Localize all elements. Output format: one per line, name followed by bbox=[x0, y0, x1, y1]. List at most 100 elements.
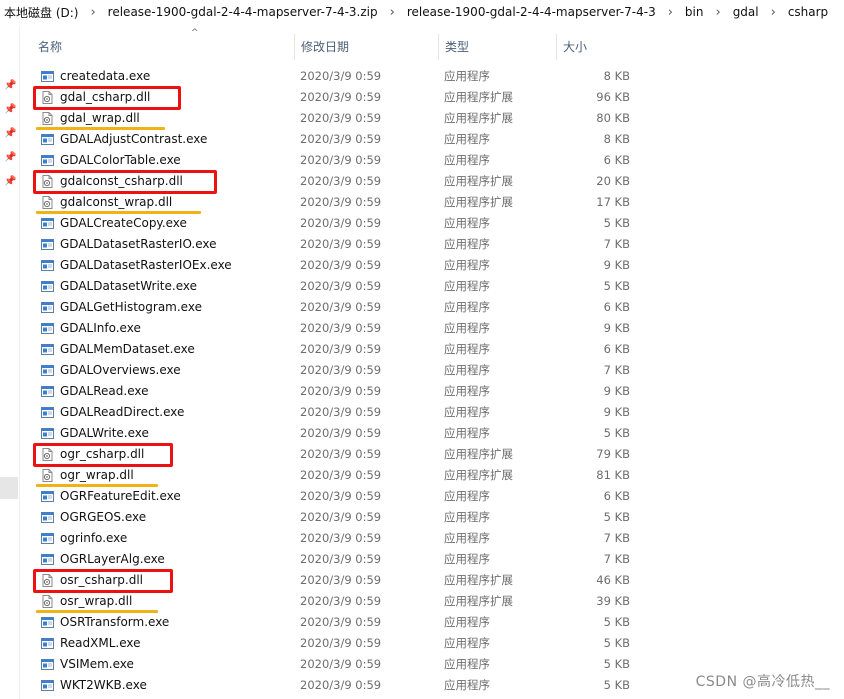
file-row[interactable]: ReadXML.exe 2020/3/9 0:59 应用程序 5 KB bbox=[32, 633, 642, 654]
file-row[interactable]: ogr_wrap.dll 2020/3/9 0:59 应用程序扩展 81 KB bbox=[32, 465, 642, 486]
chevron-right-icon[interactable]: › bbox=[763, 5, 784, 20]
file-row[interactable]: gdalconst_csharp.dll 2020/3/9 0:59 应用程序扩展 2… bbox=[32, 171, 642, 192]
file-row[interactable]: WKT2WKB.exe 2020/3/9 0:59 应用程序 5 KB bbox=[32, 675, 642, 696]
file-row[interactable]: OGRFeatureEdit.exe 2020/3/9 0:59 应用程序 6 KB bbox=[32, 486, 642, 507]
file-type: 应用程序 bbox=[444, 300, 490, 314]
file-name: GDALCreateCopy.exe bbox=[60, 216, 187, 230]
column-header-date[interactable]: 修改日期 bbox=[294, 34, 438, 60]
file-date: 2020/3/9 0:59 bbox=[300, 384, 382, 398]
file-row[interactable]: GDALGetHistogram.exe 2020/3/9 0:59 应用程序 6 K… bbox=[32, 297, 642, 318]
file-row[interactable]: OSRTransform.exe 2020/3/9 0:59 应用程序 5 KB bbox=[32, 612, 642, 633]
file-name: GDALAdjustContrast.exe bbox=[60, 132, 208, 146]
file-row[interactable]: GDALReadDirect.exe 2020/3/9 0:59 应用程序 9 KB bbox=[32, 402, 642, 423]
file-date: 2020/3/9 0:59 bbox=[300, 594, 382, 608]
file-date: 2020/3/9 0:59 bbox=[300, 111, 382, 125]
file-row[interactable]: GDALAdjustContrast.exe 2020/3/9 0:59 应用程序 8… bbox=[32, 129, 642, 150]
file-type: 应用程序 bbox=[444, 657, 490, 671]
file-row[interactable]: osr_wrap.dll 2020/3/9 0:59 应用程序扩展 39 KB bbox=[32, 591, 642, 612]
dll-icon bbox=[40, 594, 55, 609]
file-type: 应用程序 bbox=[444, 384, 490, 398]
file-row[interactable]: OGRLayerAlg.exe 2020/3/9 0:59 应用程序 7 KB bbox=[32, 549, 642, 570]
file-name: GDALColorTable.exe bbox=[60, 153, 181, 167]
file-row[interactable]: GDALColorTable.exe 2020/3/9 0:59 应用程序 6 KB bbox=[32, 150, 642, 171]
file-row[interactable]: ogr_csharp.dll 2020/3/9 0:59 应用程序扩展 79 KB bbox=[32, 444, 642, 465]
watermark: CSDN @高冷低热__ bbox=[695, 674, 830, 690]
file-type: 应用程序 bbox=[444, 237, 490, 251]
file-date: 2020/3/9 0:59 bbox=[300, 489, 382, 503]
chevron-right-icon[interactable]: › bbox=[660, 5, 681, 20]
file-type: 应用程序 bbox=[444, 552, 490, 566]
file-date: 2020/3/9 0:59 bbox=[300, 510, 382, 524]
navigation-pane: 📌 📌 📌 📌 📌 bbox=[0, 26, 20, 699]
file-row[interactable]: gdal_csharp.dll 2020/3/9 0:59 应用程序扩展 96 KB bbox=[32, 87, 642, 108]
file-row[interactable]: gdalconst_wrap.dll 2020/3/9 0:59 应用程序扩展 17 … bbox=[32, 192, 642, 213]
file-row[interactable]: GDALDatasetWrite.exe 2020/3/9 0:59 应用程序 5 K… bbox=[32, 276, 642, 297]
file-name: OGRLayerAlg.exe bbox=[60, 552, 165, 566]
chevron-right-icon[interactable]: › bbox=[382, 5, 403, 20]
exe-icon bbox=[40, 384, 55, 399]
file-name: osr_csharp.dll bbox=[60, 573, 143, 587]
file-size: 6 KB bbox=[603, 342, 630, 356]
breadcrumb-item[interactable]: csharp bbox=[784, 5, 832, 19]
pin-icon[interactable]: 📌 bbox=[4, 104, 16, 115]
file-row[interactable]: osr_csharp.dll 2020/3/9 0:59 应用程序扩展 46 KB bbox=[32, 570, 642, 591]
file-size: 7 KB bbox=[603, 552, 630, 566]
column-header-size[interactable]: 大小 bbox=[556, 34, 638, 60]
file-name: ogr_csharp.dll bbox=[60, 447, 145, 461]
file-type: 应用程序 bbox=[444, 615, 490, 629]
file-date: 2020/3/9 0:59 bbox=[300, 258, 382, 272]
file-row[interactable]: GDALDatasetRasterIOEx.exe 2020/3/9 0:59 应用… bbox=[32, 255, 642, 276]
file-size: 6 KB bbox=[603, 300, 630, 314]
file-type: 应用程序 bbox=[444, 153, 490, 167]
file-row[interactable]: createdata.exe 2020/3/9 0:59 应用程序 8 KB bbox=[32, 66, 642, 87]
file-date: 2020/3/9 0:59 bbox=[300, 552, 382, 566]
file-row[interactable]: GDALDatasetRasterIO.exe 2020/3/9 0:59 应用程序… bbox=[32, 234, 642, 255]
file-row[interactable]: GDALMemDataset.exe 2020/3/9 0:59 应用程序 6 KB bbox=[32, 339, 642, 360]
nav-scroll-thumb[interactable] bbox=[0, 477, 18, 499]
file-row[interactable]: GDALWrite.exe 2020/3/9 0:59 应用程序 5 KB bbox=[32, 423, 642, 444]
file-row[interactable]: gdal_wrap.dll 2020/3/9 0:59 应用程序扩展 80 KB bbox=[32, 108, 642, 129]
exe-icon bbox=[40, 279, 55, 294]
file-date: 2020/3/9 0:59 bbox=[300, 174, 382, 188]
file-row[interactable]: GDALCreateCopy.exe 2020/3/9 0:59 应用程序 5 KB bbox=[32, 213, 642, 234]
file-row[interactable]: GDALRead.exe 2020/3/9 0:59 应用程序 9 KB bbox=[32, 381, 642, 402]
breadcrumb-item[interactable]: gdal bbox=[729, 5, 763, 19]
file-name: OGRFeatureEdit.exe bbox=[60, 489, 181, 503]
file-row[interactable]: GDALInfo.exe 2020/3/9 0:59 应用程序 9 KB bbox=[32, 318, 642, 339]
file-row[interactable]: VSIMem.exe 2020/3/9 0:59 应用程序 5 KB bbox=[32, 654, 642, 675]
file-row[interactable]: GDALOverviews.exe 2020/3/9 0:59 应用程序 7 KB bbox=[32, 360, 642, 381]
file-type: 应用程序 bbox=[444, 279, 490, 293]
file-name: GDALRead.exe bbox=[60, 384, 149, 398]
column-header-row: 名称 ^ 修改日期 类型 大小 bbox=[32, 28, 642, 60]
file-row[interactable]: ogrinfo.exe 2020/3/9 0:59 应用程序 7 KB bbox=[32, 528, 642, 549]
exe-icon bbox=[40, 342, 55, 357]
file-name: WKT2WKB.exe bbox=[60, 678, 147, 692]
breadcrumb-item[interactable]: release-1900-gdal-2-4-4-mapserver-7-4-3 bbox=[403, 5, 660, 19]
exe-icon bbox=[40, 678, 55, 693]
file-name: GDALDatasetWrite.exe bbox=[60, 279, 197, 293]
file-date: 2020/3/9 0:59 bbox=[300, 216, 382, 230]
file-size: 6 KB bbox=[603, 153, 630, 167]
file-date: 2020/3/9 0:59 bbox=[300, 69, 382, 83]
file-name: GDALWrite.exe bbox=[60, 426, 149, 440]
file-name: GDALOverviews.exe bbox=[60, 363, 181, 377]
column-header-name[interactable]: 名称 bbox=[32, 34, 294, 60]
breadcrumb-item[interactable]: bin bbox=[681, 5, 708, 19]
breadcrumb-item[interactable]: 本地磁盘 (D:) bbox=[0, 4, 82, 21]
file-date: 2020/3/9 0:59 bbox=[300, 363, 382, 377]
pin-icon[interactable]: 📌 bbox=[4, 80, 16, 91]
pin-icon[interactable]: 📌 bbox=[4, 152, 16, 163]
file-date: 2020/3/9 0:59 bbox=[300, 678, 382, 692]
chevron-right-icon[interactable]: › bbox=[82, 5, 103, 20]
chevron-right-icon[interactable]: › bbox=[707, 5, 728, 20]
breadcrumb-item[interactable]: release-1900-gdal-2-4-4-mapserver-7-4-3.… bbox=[104, 5, 382, 19]
file-size: 6 KB bbox=[603, 489, 630, 503]
file-type: 应用程序 bbox=[444, 426, 490, 440]
pin-icon[interactable]: 📌 bbox=[4, 176, 16, 187]
column-header-type[interactable]: 类型 bbox=[438, 34, 556, 60]
file-name: OGRGEOS.exe bbox=[60, 510, 147, 524]
file-row[interactable]: OGRGEOS.exe 2020/3/9 0:59 应用程序 5 KB bbox=[32, 507, 642, 528]
pin-icon[interactable]: 📌 bbox=[4, 128, 16, 139]
dll-icon bbox=[40, 447, 55, 462]
file-size: 81 KB bbox=[596, 468, 630, 482]
